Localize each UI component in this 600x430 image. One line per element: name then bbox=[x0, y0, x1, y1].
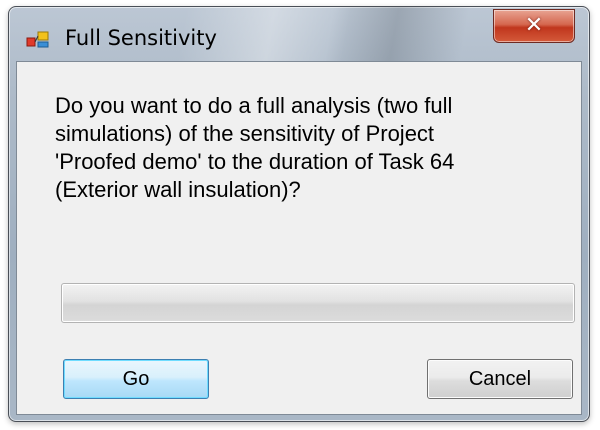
close-icon: ✕ bbox=[524, 13, 544, 38]
title-bar[interactable]: Full Sensitivity ✕ bbox=[9, 7, 589, 63]
close-button[interactable]: ✕ bbox=[493, 9, 575, 43]
progress-bar bbox=[61, 283, 575, 323]
window-title: Full Sensitivity bbox=[65, 26, 217, 50]
confirmation-message: Do you want to do a full analysis (two f… bbox=[55, 93, 455, 202]
dialog-body: Do you want to do a full analysis (two f… bbox=[16, 61, 582, 415]
app-icon bbox=[26, 29, 50, 49]
dialog-window: Full Sensitivity ✕ Do you want to do a f… bbox=[8, 6, 590, 422]
cancel-button[interactable]: Cancel bbox=[427, 359, 573, 399]
go-button[interactable]: Go bbox=[63, 359, 209, 399]
